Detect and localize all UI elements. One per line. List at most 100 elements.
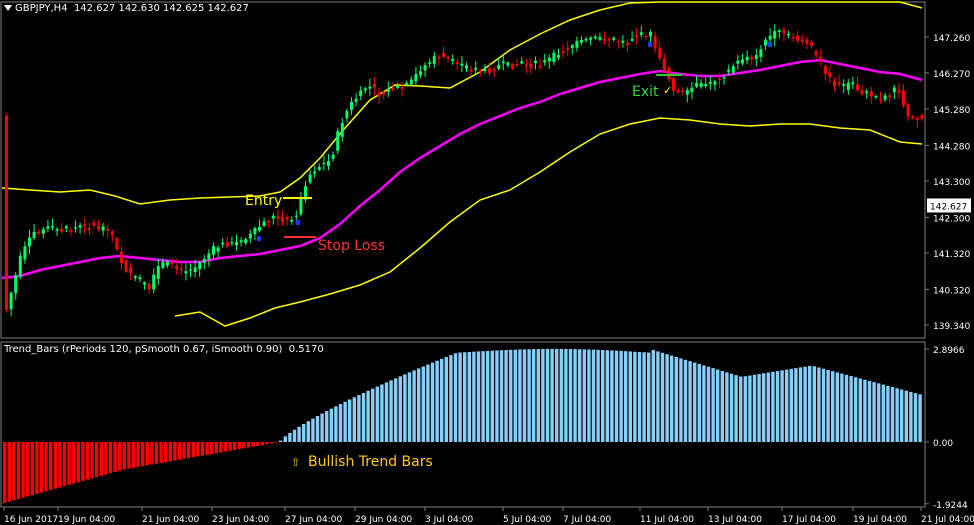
histogram-bar (702, 365, 706, 442)
histogram-bar (168, 442, 172, 462)
candle-body (529, 63, 533, 69)
candle-body (308, 174, 312, 183)
histogram-bar (913, 393, 918, 442)
candle-body (189, 269, 192, 271)
candle-body (152, 274, 156, 290)
time-tick-label: 21 Jul 04:00 (921, 515, 974, 525)
histogram-bar (844, 374, 849, 442)
histogram-bar (582, 349, 586, 442)
candle-body (207, 253, 211, 260)
candle-body (446, 56, 450, 59)
candle-body (547, 57, 551, 62)
histogram-bar (108, 442, 113, 474)
histogram-bar (12, 442, 16, 501)
candle-body (662, 58, 666, 72)
histogram-bar (35, 442, 39, 494)
histogram-bar (863, 379, 867, 442)
histogram-bar (288, 432, 292, 442)
histogram-bar (297, 426, 301, 442)
candle-body (520, 61, 524, 64)
candle-body (437, 56, 441, 59)
histogram-bar (463, 352, 467, 442)
time-tick-label: 3 Jul 04:00 (425, 515, 474, 525)
histogram-bar (881, 384, 885, 442)
candle-body (805, 39, 809, 44)
candle-body (5, 115, 8, 310)
histogram-bar (587, 349, 591, 442)
candle-body (869, 91, 873, 97)
histogram-bar (831, 371, 835, 442)
candle-body (874, 95, 878, 98)
signal-marker (768, 42, 772, 47)
histogram-bar (412, 370, 416, 442)
histogram-bar (555, 348, 559, 442)
histogram-bar (785, 369, 789, 442)
histogram-bar (375, 386, 379, 442)
histogram-bar (775, 371, 780, 442)
main-pane-border (0, 1, 926, 339)
histogram-bar (578, 349, 582, 442)
histogram-bar (44, 442, 48, 492)
time-tick-label: 16 Jun 2017 (4, 515, 58, 525)
histogram-bar (246, 442, 251, 448)
histogram-bar (476, 351, 481, 442)
candle-body (87, 228, 91, 231)
histogram-bar (826, 369, 830, 442)
candle-body (561, 51, 565, 54)
histogram-bar (550, 348, 554, 442)
histogram-bar (564, 348, 568, 442)
candle-body (350, 101, 353, 110)
candle-body (428, 62, 432, 64)
histogram-bar (191, 442, 195, 458)
histogram-bar (21, 442, 25, 498)
time-tick-label: 7 Jul 04:00 (563, 515, 612, 525)
histogram-bar (306, 421, 310, 442)
histogram-bar (858, 378, 862, 442)
candle-body (584, 39, 588, 41)
candle-body (658, 47, 662, 59)
chart-canvas[interactable]: Entry Stop Loss Exit ✓ ⇧ Bullish Trend B… (0, 0, 974, 525)
candle-body (124, 260, 128, 272)
histogram-bar (292, 429, 297, 442)
candle-body (856, 84, 859, 91)
candle-body (419, 71, 422, 76)
exit-label: Exit (632, 84, 659, 100)
candle-body (626, 42, 629, 45)
time-tick-label: 23 Jun 04:00 (212, 515, 269, 525)
histogram-bar (302, 423, 306, 442)
candle-body (18, 255, 22, 277)
candle-body (478, 70, 482, 73)
histogram-bar (904, 390, 908, 442)
candle-body (271, 215, 275, 219)
histogram-bar (159, 442, 163, 463)
histogram-bar (113, 442, 117, 472)
histogram-bar (757, 374, 761, 442)
histogram-bar (803, 366, 807, 442)
histogram-bar (371, 388, 375, 442)
histogram-bar (886, 385, 890, 442)
candle-body (777, 30, 781, 33)
histogram-bar (99, 442, 103, 476)
candle-body (110, 231, 114, 236)
candle-body (708, 81, 712, 84)
candle-body (175, 266, 179, 270)
histogram-bar (315, 416, 320, 442)
candle-body (800, 39, 804, 42)
candle-body (906, 103, 910, 117)
candle-body (276, 216, 280, 219)
candle-body (64, 226, 68, 229)
candle-body (455, 62, 459, 65)
histogram-bar (76, 442, 80, 483)
histogram-bar (536, 349, 540, 442)
price-tick-label: 145.280 (933, 106, 970, 116)
candle-body (754, 55, 758, 59)
histogram-bar (486, 350, 490, 442)
bullish-trend-bars-label: Bullish Trend Bars (308, 454, 433, 470)
candle-body (492, 68, 496, 71)
candle-body (299, 196, 303, 215)
histogram-bar (458, 352, 462, 442)
candle-body (842, 83, 846, 86)
histogram-bar (739, 376, 743, 442)
histogram-bar (752, 374, 757, 442)
candle-body (897, 90, 901, 93)
